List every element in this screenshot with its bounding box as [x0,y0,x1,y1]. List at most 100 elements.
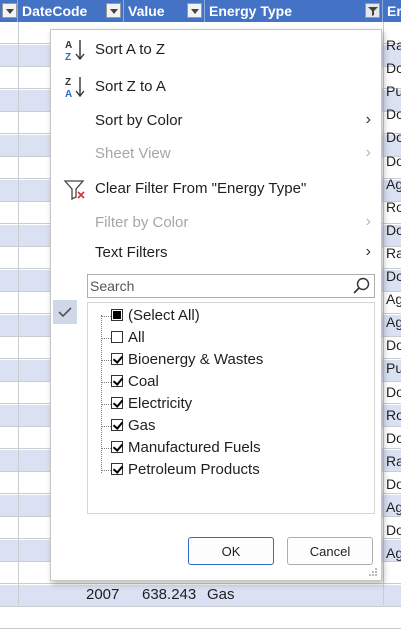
filter-item-label: Petroleum Products [128,461,260,478]
header-cell-prev [0,0,18,22]
checkbox[interactable] [111,463,123,475]
resize-grip-icon[interactable] [369,568,377,576]
menu-item-sort-by-color[interactable]: Sort by Color › [51,105,381,135]
header-cell-value: Value [124,0,205,22]
menu-label: Text Filters [95,244,168,261]
header-row: DateCode Value Energy Type Er [0,0,401,22]
cell-energy-type-partial[interactable]: Do [384,126,401,148]
checkmark-icon [58,307,72,318]
filter-dropdown-button[interactable] [106,3,121,18]
cell-energy-type-partial[interactable]: Do [384,473,401,495]
tree-connector [101,448,111,449]
cell-energy-type-partial[interactable]: Do [384,103,401,125]
cancel-button[interactable]: Cancel [287,537,373,565]
filter-dropdown-button[interactable] [2,3,17,18]
cell-energy-type-partial[interactable]: Ro [384,404,401,426]
filter-list-item[interactable]: All [88,327,374,349]
chevron-right-icon: › [365,111,371,128]
cell-energy-type-partial[interactable]: Ag [384,496,401,518]
checkbox[interactable] [111,441,123,453]
menu-label: Sheet View [95,145,171,162]
menu-item-sheet-view: Sheet View › [51,138,381,168]
search-icon [353,277,370,294]
header-cell-energy-type: Energy Type [205,0,383,22]
cell-energy-type-partial[interactable]: Do [384,150,401,172]
cell-energy-type[interactable]: Gas [207,586,235,603]
checkbox[interactable] [111,309,123,321]
svg-text:Z: Z [65,52,71,62]
checkbox[interactable] [111,353,123,365]
filter-item-label: All [128,329,145,346]
filter-dropdown-button[interactable] [187,3,202,18]
tree-connector [101,360,111,361]
table-row: 2007 638.243 Gas [0,584,401,606]
cell-energy-type-partial[interactable]: Do [384,265,401,287]
menu-label: Filter by Color [95,214,189,231]
menu-item-sort-asc[interactable]: A Z Sort A to Z [51,34,381,64]
cell-energy-type-partial[interactable]: Ra [384,242,401,264]
filter-list-item[interactable]: Electricity [88,393,374,415]
checkbox[interactable] [111,419,123,431]
menu-label: Sort Z to A [95,78,166,95]
menu-label: Clear Filter From "Energy Type" [95,180,307,197]
filter-item-label: (Select All) [128,307,200,324]
cell-energy-type-partial[interactable]: Pu [384,357,401,379]
header-label: Er [387,3,401,19]
cell-energy-type-partial[interactable]: Ag [384,542,401,564]
filter-list-item[interactable]: Coal [88,371,374,393]
cell-energy-type-partial[interactable]: Do [384,519,401,541]
tree-connector [101,338,111,339]
tree-connector [101,470,111,471]
filter-item-label: Coal [128,373,159,390]
checkbox[interactable] [111,375,123,387]
cell-energy-type-partial[interactable]: Do [384,219,401,241]
header-label: DateCode [22,3,88,19]
cell-energy-type-partial[interactable]: Ro [384,196,401,218]
clear-filter-icon [63,180,85,201]
filter-applied-button[interactable] [365,3,380,18]
filter-list-item[interactable]: Gas [88,415,374,437]
cell-energy-type-partial[interactable]: Ag [384,173,401,195]
cell-value[interactable]: 638.243 [142,586,196,603]
filter-item-label: Gas [128,417,156,434]
chevron-right-icon: › [365,213,371,230]
sort-za-icon: Z A [65,77,85,99]
sort-az-icon: A Z [65,40,85,62]
filter-list-item[interactable]: Manufactured Fuels [88,437,374,459]
filter-list-item[interactable]: (Select All) [88,305,374,327]
ok-button[interactable]: OK [188,537,274,565]
menu-item-filter-by-color: Filter by Color › [51,207,381,237]
checkbox[interactable] [111,397,123,409]
cell-energy-type-partial[interactable]: Do [384,427,401,449]
menu-item-sort-desc[interactable]: Z A Sort Z to A [51,71,381,101]
filter-item-label: Manufactured Fuels [128,439,261,456]
header-label: Value [128,3,165,19]
cell-energy-type-partial[interactable]: Ra [384,450,401,472]
filter-list-item[interactable]: Bioenergy & Wastes [88,349,374,371]
selected-indicator [53,300,77,324]
cell-datecode[interactable]: 2007 [86,586,119,603]
grid-row [0,607,401,629]
header-label: Energy Type [209,3,292,19]
filter-values-list: (Select All) All Bioenergy & Wastes Coal Ele… [87,302,375,514]
cell-energy-type-partial[interactable]: Ag [384,311,401,333]
cell-energy-type-partial[interactable]: Pu [384,80,401,102]
svg-text:A: A [65,89,72,99]
svg-text:A: A [65,40,72,51]
filter-list-item[interactable]: Petroleum Products [88,459,374,481]
menu-item-text-filters[interactable]: Text Filters › [51,237,381,267]
tree-connector [101,382,111,383]
menu-label: Sort by Color [95,112,183,129]
search-input[interactable] [90,276,340,296]
tree-connector [101,316,111,317]
header-cell-datecode: DateCode [18,0,124,22]
cell-energy-type-partial[interactable]: Ag [384,288,401,310]
menu-item-clear-filter[interactable]: Clear Filter From "Energy Type" [51,173,381,203]
filter-item-label: Bioenergy & Wastes [128,351,264,368]
cell-energy-type-partial[interactable]: Ra [384,34,401,56]
cell-energy-type-partial[interactable]: Do [384,381,401,403]
column-divider [18,0,19,605]
cell-energy-type-partial[interactable]: Do [384,334,401,356]
checkbox[interactable] [111,331,123,343]
cell-energy-type-partial[interactable]: Do [384,57,401,79]
